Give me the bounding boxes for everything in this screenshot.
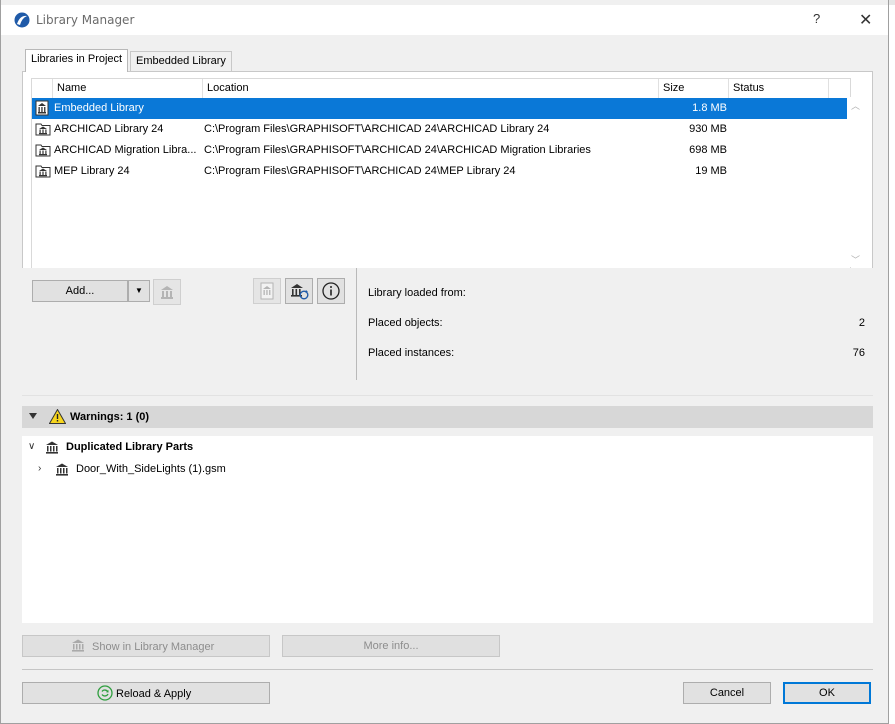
column-header-location[interactable]: Location — [203, 79, 659, 98]
reload-apply-label: Reload & Apply — [116, 688, 192, 700]
show-in-library-manager-label: Show in Library Manager — [92, 641, 215, 653]
library-info-panel: Library loaded from: Placed objects: 2 P… — [356, 268, 873, 380]
library-table: Name Location Size Status Embedded Libra… — [31, 78, 852, 270]
warnings-title: Warnings: 1 (0) — [70, 411, 150, 423]
info-button[interactable] — [317, 278, 345, 304]
add-button[interactable]: Add... — [32, 280, 128, 302]
library-actions: Add... ▼ — [22, 268, 356, 380]
more-info-button[interactable]: More info... — [282, 635, 500, 657]
row-name: ARCHICAD Library 24 — [54, 123, 164, 135]
collapse-triangle-icon[interactable] — [29, 413, 37, 419]
tree-group-label: Duplicated Library Parts — [66, 441, 194, 453]
add-dropdown-button[interactable]: ▼ — [128, 280, 150, 302]
library-part-icon — [56, 463, 68, 476]
row-size: 1.8 MB — [692, 102, 727, 114]
reload-apply-button[interactable]: Reload & Apply — [22, 682, 270, 704]
remove-library-button[interactable] — [153, 279, 181, 305]
table-row[interactable]: ARCHICAD Migration Libra... C:\Program F… — [32, 140, 852, 161]
placed-objects-value: 2 — [858, 317, 865, 329]
row-size: 698 MB — [689, 144, 727, 156]
library-folder-icon — [35, 144, 51, 157]
column-header-size[interactable]: Size — [659, 79, 729, 98]
tab-embedded-library[interactable]: Embedded Library — [130, 51, 232, 72]
column-header-status[interactable]: Status — [729, 79, 829, 98]
warnings-tree: ∨ Duplicated Library Parts › Door_With_S… — [22, 436, 873, 623]
table-row[interactable]: MEP Library 24 C:\Program Files\GRAPHISO… — [32, 161, 852, 182]
library-manager-dialog: Library Manager ? ✕ Libraries in Project… — [0, 0, 889, 724]
table-scrollbar[interactable]: ︿ ﹀ — [847, 97, 864, 267]
document-library-icon — [260, 282, 274, 300]
library-folder-icon — [35, 165, 51, 178]
table-row[interactable]: ARCHICAD Library 24 C:\Program Files\GRA… — [32, 119, 852, 140]
help-button[interactable]: ? — [813, 11, 820, 26]
info-icon — [322, 282, 340, 300]
window-title: Library Manager — [36, 13, 135, 27]
column-header-icon — [32, 79, 53, 98]
library-part-icon — [46, 441, 58, 454]
reload-icon — [97, 685, 113, 701]
row-location: C:\Program Files\GRAPHISOFT\ARCHICAD 24\… — [204, 123, 550, 135]
column-header-name[interactable]: Name — [53, 79, 203, 98]
tab-libraries-in-project[interactable]: Libraries in Project — [25, 49, 129, 72]
placed-instances-value: 76 — [852, 347, 865, 359]
warnings-header[interactable]: Warnings: 1 (0) — [22, 406, 873, 428]
tree-item[interactable]: › Door_With_SideLights (1).gsm — [22, 461, 873, 479]
row-location: C:\Program Files\GRAPHISOFT\ARCHICAD 24\… — [204, 165, 516, 177]
reload-library-button[interactable] — [285, 278, 313, 304]
close-button[interactable]: ✕ — [859, 10, 872, 30]
tree-item-label: Door_With_SideLights (1).gsm — [76, 463, 226, 475]
chevron-right-icon[interactable]: › — [38, 463, 41, 474]
embedded-library-icon — [35, 100, 49, 116]
cancel-button[interactable]: Cancel — [683, 682, 771, 704]
placed-instances-label: Placed instances: — [368, 347, 455, 359]
tree-group-duplicated-parts[interactable]: ∨ Duplicated Library Parts — [22, 439, 873, 457]
embedded-library-tool-button[interactable] — [253, 278, 281, 304]
row-size: 19 MB — [695, 165, 727, 177]
placed-objects-label: Placed objects: — [368, 317, 443, 329]
archicad-logo-icon — [14, 12, 30, 28]
divider — [22, 669, 873, 670]
title-bar: Library Manager ? ✕ — [1, 5, 888, 35]
scroll-up-icon[interactable]: ︿ — [851, 99, 860, 112]
library-icon — [72, 639, 84, 652]
ok-button[interactable]: OK — [783, 682, 871, 704]
row-location: C:\Program Files\GRAPHISOFT\ARCHICAD 24\… — [204, 144, 591, 156]
row-name: MEP Library 24 — [54, 165, 130, 177]
scroll-down-icon[interactable]: ﹀ — [851, 253, 860, 266]
divider — [22, 395, 873, 396]
library-remove-icon — [161, 286, 173, 299]
library-reload-icon — [291, 284, 309, 300]
table-row[interactable]: Embedded Library 1.8 MB — [32, 98, 852, 119]
chevron-down-icon[interactable]: ∨ — [28, 441, 35, 452]
show-in-library-manager-button[interactable]: Show in Library Manager — [22, 635, 270, 657]
library-folder-icon — [35, 123, 51, 136]
library-loaded-from-label: Library loaded from: — [368, 287, 466, 299]
row-name: ARCHICAD Migration Libra... — [54, 144, 197, 156]
warning-icon — [49, 409, 66, 424]
row-size: 930 MB — [689, 123, 727, 135]
row-name: Embedded Library — [54, 102, 144, 114]
